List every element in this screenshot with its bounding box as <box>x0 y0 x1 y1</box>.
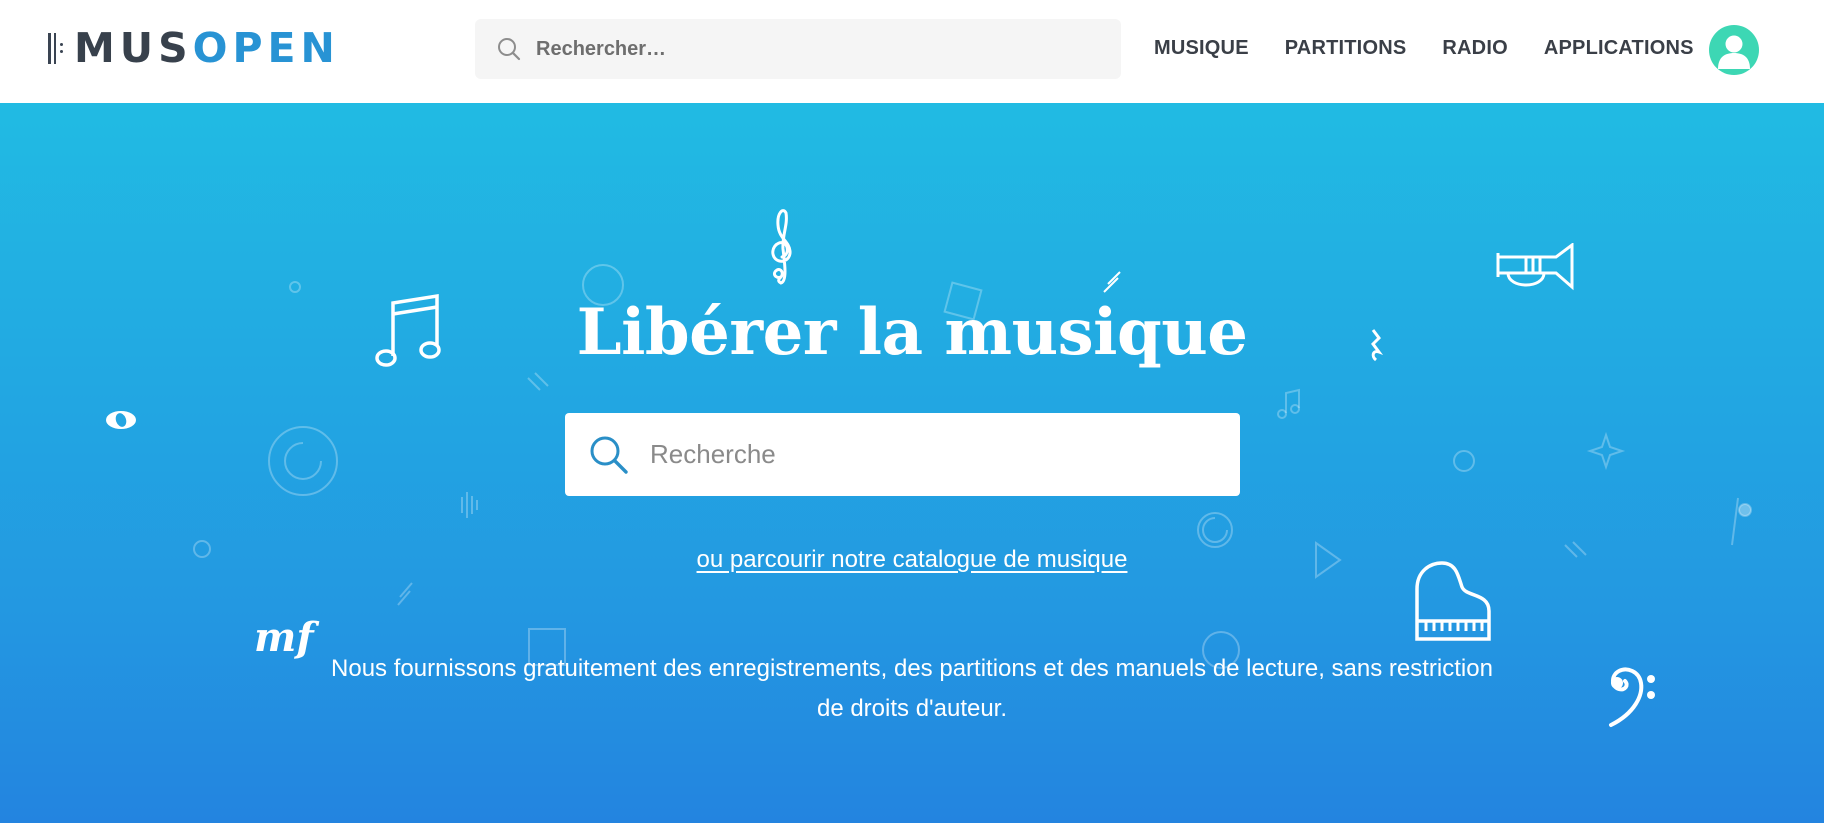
spinner-icon <box>284 442 322 480</box>
slash-icon <box>527 372 549 391</box>
nav-item-radio[interactable]: RADIO <box>1442 36 1507 60</box>
musopen-logo[interactable]: MUSOPEN <box>46 26 340 70</box>
small-circle-icon <box>289 281 301 293</box>
slash-icon <box>397 582 413 606</box>
flag-note-icon <box>1731 497 1739 546</box>
trumpet-icon <box>1496 243 1574 291</box>
nav-item-partitions[interactable]: PARTITIONS <box>1285 36 1407 60</box>
catalog-link-wrapper: ou parcourir notre catalogue de musique <box>0 546 1824 574</box>
user-icon <box>1718 35 1750 69</box>
sparkle-icon <box>1586 431 1626 471</box>
hero-search-input[interactable] <box>648 438 1212 471</box>
browse-catalog-link[interactable]: ou parcourir notre catalogue de musique <box>697 546 1128 573</box>
logo-text-mus: MUS <box>74 24 193 72</box>
spinner-icon <box>1202 517 1228 543</box>
hero-tagline: Nous fournissons gratuitement des enregi… <box>331 655 1493 722</box>
ring-icon <box>268 426 338 496</box>
nav-item-applications[interactable]: APPLICATIONS <box>1544 36 1694 60</box>
hero-title: Libérer la musique <box>576 295 1248 370</box>
search-icon <box>498 38 521 61</box>
logo-wordmark: MUSOPEN <box>74 26 340 70</box>
treble-clef-icon <box>771 209 792 285</box>
music-note-icon <box>1285 388 1300 413</box>
header-search-box <box>475 19 1121 79</box>
sound-wave-icon <box>461 492 478 518</box>
header-search-input[interactable] <box>534 36 1098 62</box>
hero-search-box <box>565 413 1240 496</box>
main-nav: MUSIQUE PARTITIONS RADIO APPLICATIONS <box>1154 36 1730 60</box>
nav-item-musique[interactable]: MUSIQUE <box>1154 36 1249 60</box>
hero-section: mf Libérer la musique ou parcourir notre… <box>0 103 1824 823</box>
dynamic-marking-icon: mf <box>254 614 314 661</box>
search-icon <box>590 436 628 474</box>
bass-clef-icon <box>1609 667 1655 727</box>
small-circle-icon <box>1453 450 1475 472</box>
avatar[interactable] <box>1709 25 1759 75</box>
whole-note-icon <box>106 411 136 429</box>
logo-mark-icon <box>46 30 68 66</box>
logo-text-open: OPEN <box>192 24 340 72</box>
top-header: MUSOPEN MUSIQUE PARTITIONS RADIO APPLICA… <box>0 0 1824 103</box>
